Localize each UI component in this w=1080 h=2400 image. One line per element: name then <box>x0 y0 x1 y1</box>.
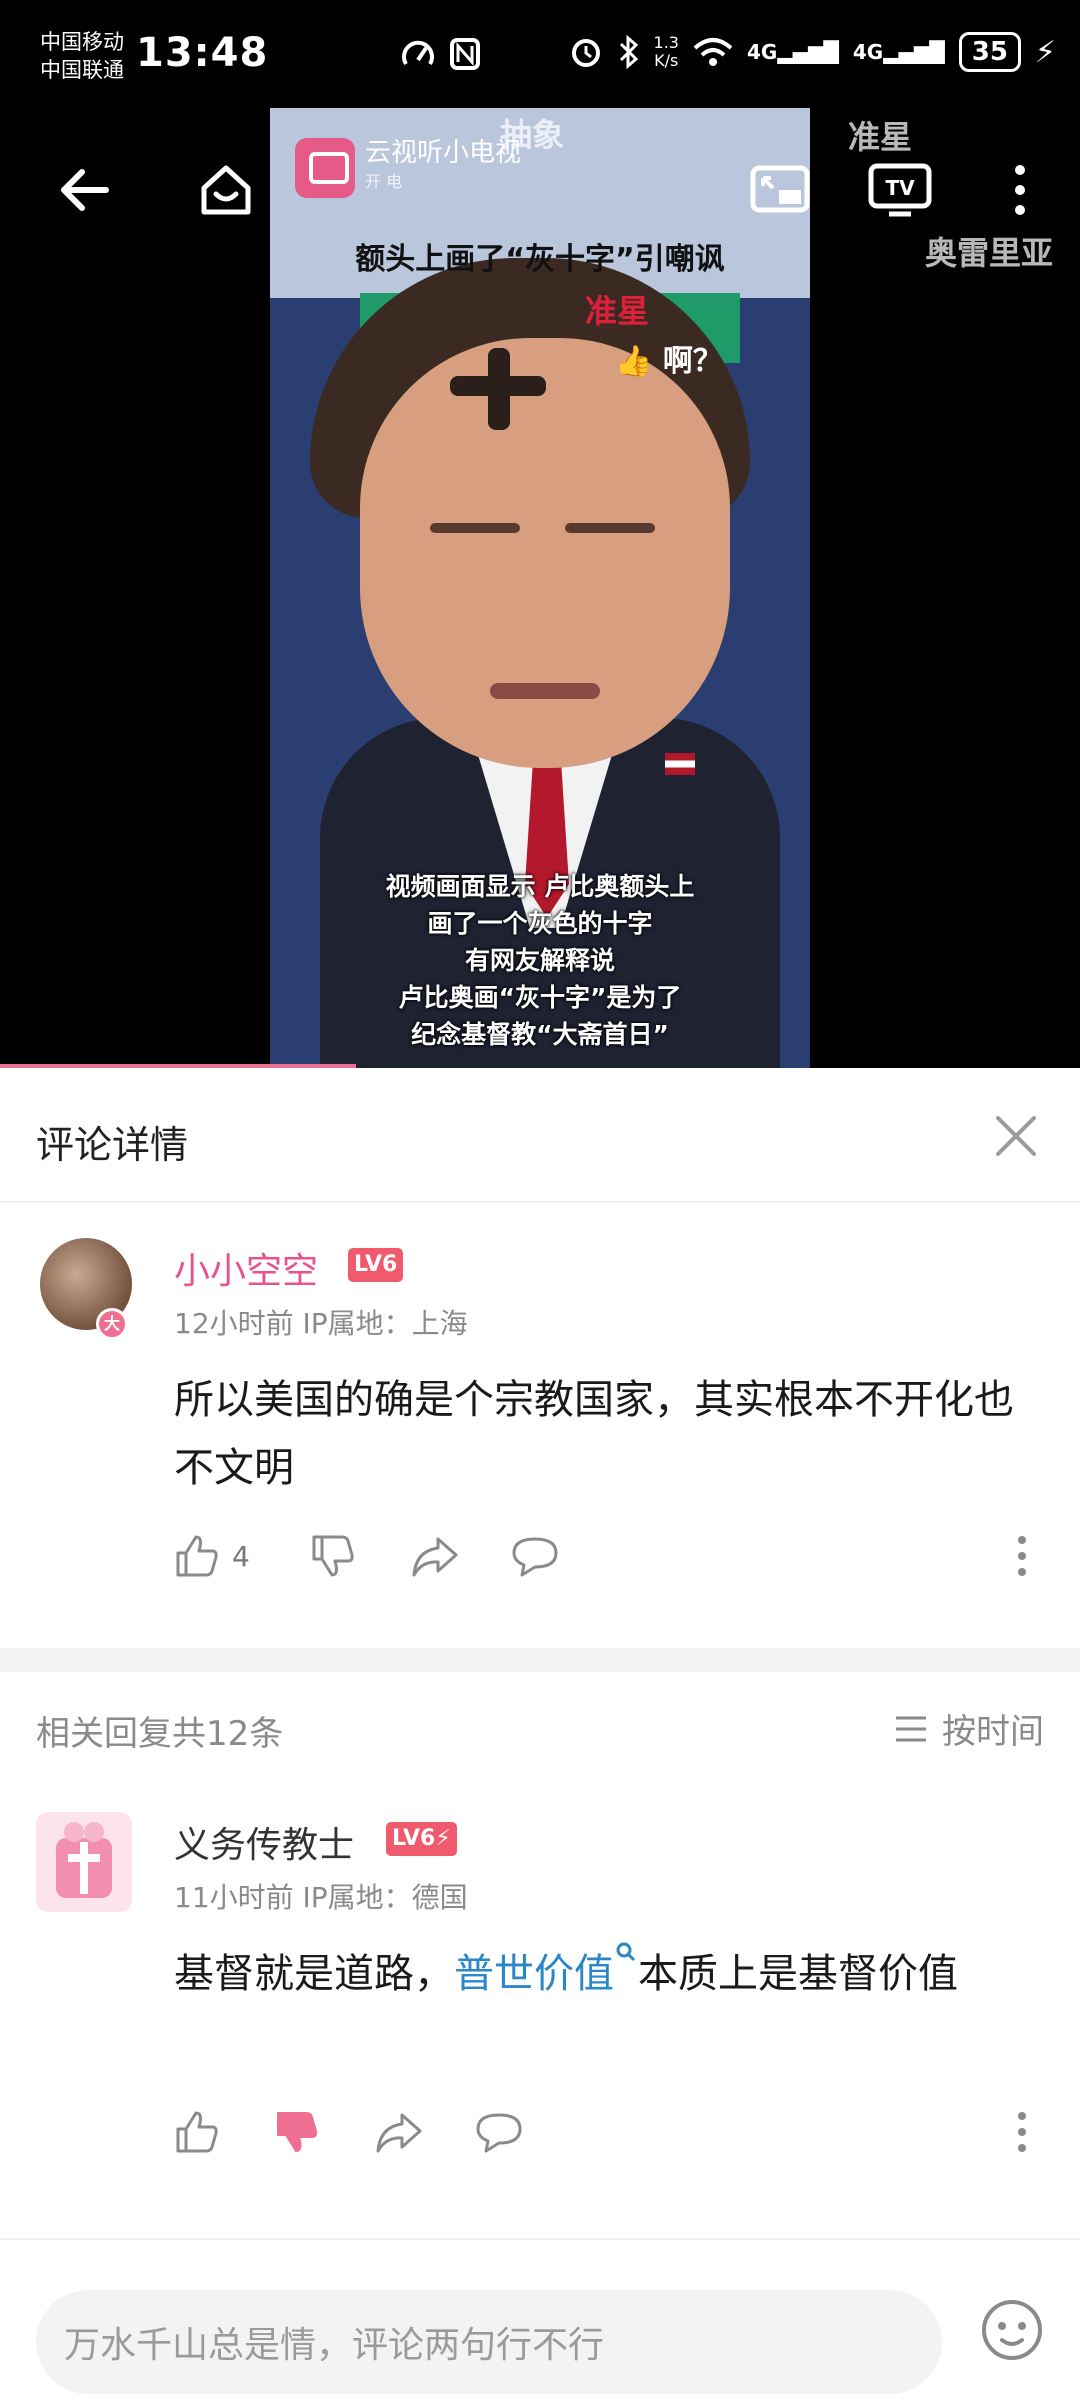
thumb-emoji-icon: 👍 <box>615 344 653 379</box>
vertical-dots-icon <box>1018 2112 1026 2152</box>
comment-text: 所以美国的确是个宗教国家，其实根本不开化也不文明 <box>174 1377 1014 1491</box>
status-right-icons: 1.3 K/s 4G▂▄▆█ 4G▂▄▆█ 35 ⚡ <box>568 32 1056 72</box>
level-badge: LV6⚡ <box>386 1822 457 1856</box>
search-icon <box>616 1942 636 1962</box>
charging-icon: ⚡ <box>1034 34 1056 70</box>
emoji-button[interactable] <box>980 2298 1044 2362</box>
svg-text:TV: TV <box>885 176 915 200</box>
video-top-controls: TV <box>0 150 1080 240</box>
screen: 云视听小电视 开 电 额头上画了“灰十字”引嘲讽 准星 👍 啊？ 视频画面显示 … <box>0 0 1080 2400</box>
subtitle-line: 视频画面显示 卢比奥额头上 <box>385 872 695 901</box>
emoji-face-icon <box>982 2300 1042 2360</box>
status-bar: 中国移动 中国联通 13:48 1.3 K/s 4G▂▄▆█ 4G▂▄▆█ 35… <box>0 0 1080 120</box>
close-button[interactable] <box>988 1108 1044 1164</box>
vertical-dots-icon <box>1015 165 1025 215</box>
like-button[interactable] <box>174 2104 220 2160</box>
tv-cast-icon: TV <box>868 163 932 217</box>
comment-bubble-icon <box>476 2113 522 2153</box>
performance-nfc-icon <box>402 38 480 70</box>
home-icon <box>201 165 251 215</box>
video-red-text: 准星 <box>585 292 650 330</box>
subtitle-line: 有网友解释说 <box>464 946 615 975</box>
dislike-button[interactable] <box>310 1528 356 1584</box>
back-button[interactable] <box>44 150 124 230</box>
subtitle-line: 纪念基督教“大斋首日” <box>411 1020 669 1049</box>
home-button[interactable] <box>186 150 266 230</box>
sort-lines-icon <box>896 1716 926 1741</box>
share-icon <box>412 1537 458 1577</box>
video-subtitles: 视频画面显示 卢比奥额头上 画了一个灰色的十字 有网友解释说 卢比奥画“灰十字”… <box>270 868 810 1053</box>
video-reaction-text: 👍 啊？ <box>615 344 723 379</box>
like-count: 4 <box>232 1539 250 1573</box>
video-player[interactable]: 云视听小电视 开 电 额头上画了“灰十字”引嘲讽 准星 👍 啊？ 视频画面显示 … <box>0 0 1080 1068</box>
thumbs-down-icon <box>312 1535 354 1577</box>
comment-actions: 4 <box>174 1528 1034 1584</box>
share-button[interactable] <box>374 2104 424 2160</box>
battery-indicator: 35 <box>958 32 1021 72</box>
level-badge: LV6 <box>348 1248 404 1282</box>
comment-input-bar: 万水千山总是情，评论两句行不行 <box>0 2238 1080 2400</box>
clock: 13:48 <box>136 30 269 76</box>
comment-more-button[interactable] <box>1010 1532 1034 1580</box>
reply-text: 基督就是道路，普世价值 本质上是基督价值 <box>174 1940 1044 2008</box>
thumbs-up-icon <box>176 2111 218 2153</box>
net-speed: 1.3 K/s <box>653 33 679 70</box>
carrier-names: 中国移动 中国联通 <box>40 30 124 82</box>
comment-input[interactable]: 万水千山总是情，评论两句行不行 <box>36 2290 942 2394</box>
status-left-icons <box>400 34 490 83</box>
reply-count: 相关回复共12条 <box>36 1714 284 1754</box>
picture-in-picture-icon <box>750 165 810 213</box>
reply-actions <box>174 2104 1034 2160</box>
subtitle-line: 卢比奥画“灰十字”是为了 <box>398 983 682 1012</box>
alarm-icon <box>571 39 600 67</box>
subtitle-line: 画了一个灰色的十字 <box>427 909 653 938</box>
bluetooth-icon <box>619 34 638 70</box>
comment-username[interactable]: 小小空空 <box>174 1242 318 1294</box>
share-icon <box>376 2113 422 2153</box>
avatar[interactable] <box>36 1812 132 1912</box>
dislike-button-active[interactable] <box>274 2104 320 2160</box>
replies-header: 相关回复共12条 按时间 <box>0 1698 1080 1758</box>
flag-pin <box>665 753 695 775</box>
reply-meta: 11小时前 IP属地：德国 <box>174 1881 468 1914</box>
video-person-face <box>360 338 730 768</box>
section-divider <box>0 1648 1080 1672</box>
video-title-overlay: 额头上画了“灰十字”引嘲讽 <box>355 242 725 277</box>
vip-badge: 大 <box>96 1308 128 1340</box>
comment-bubble-icon <box>512 1537 558 1577</box>
sort-by-time-button[interactable]: 按时间 <box>894 1704 1044 1753</box>
wifi-icon <box>693 38 733 66</box>
arrow-left-icon <box>61 169 109 211</box>
signal-2-icon: 4G▂▄▆█ <box>852 40 945 64</box>
comment-detail-panel: 评论详情 大 小小空空 LV6 12小时前 IP属地：上海 所以美国的确是个宗教… <box>0 1068 1080 2400</box>
cast-tv-button[interactable]: TV <box>860 150 940 230</box>
reply-button[interactable] <box>510 1528 560 1584</box>
panel-title: 评论详情 <box>36 1123 189 1167</box>
thumbs-up-icon <box>176 1535 218 1577</box>
video-frame: 云视听小电视 开 电 额头上画了“灰十字”引嘲讽 准星 👍 啊？ 视频画面显示 … <box>270 108 810 1068</box>
thumbs-down-filled-icon <box>277 2112 318 2152</box>
comment-meta: 12小时前 IP属地：上海 <box>174 1307 468 1340</box>
pink-gift-cross-avatar-icon <box>56 1822 112 1898</box>
like-button[interactable]: 4 <box>174 1528 250 1584</box>
search-link[interactable]: 普世价值 <box>454 1942 638 1997</box>
close-icon <box>996 1116 1036 1156</box>
vertical-dots-icon <box>1018 1536 1026 1576</box>
panel-header: 评论详情 <box>0 1068 1080 1203</box>
reply-more-button[interactable] <box>1010 2108 1034 2156</box>
share-button[interactable] <box>410 1528 460 1584</box>
reply-button[interactable] <box>474 2104 524 2160</box>
pip-button[interactable] <box>740 150 820 230</box>
more-options-button[interactable] <box>980 150 1060 230</box>
signal-1-icon: 4G▂▄▆█ <box>746 40 839 64</box>
reply-username[interactable]: 义务传教士 <box>174 1816 354 1868</box>
